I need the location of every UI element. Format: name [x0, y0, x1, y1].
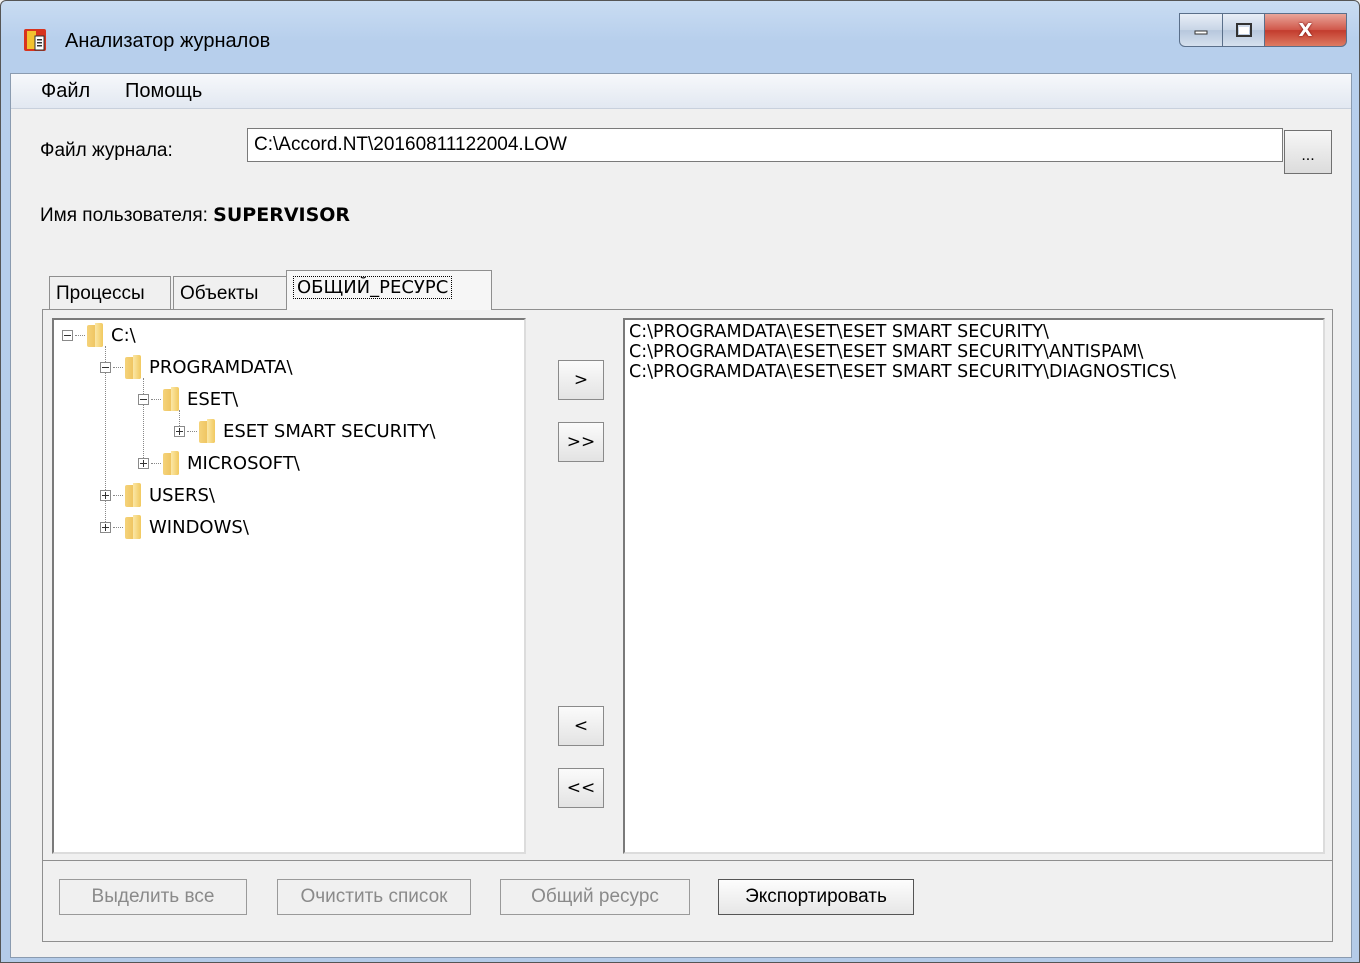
list-item[interactable]: C:\PROGRAMDATA\ESET\ESET SMART SECURITY\…	[629, 362, 1319, 382]
tab-processes[interactable]: Процессы	[49, 276, 171, 310]
tree-node[interactable]: MICROSOFT\	[138, 448, 300, 478]
list-item[interactable]: C:\PROGRAMDATA\ESET\ESET SMART SECURITY\	[629, 322, 1319, 342]
client-area: Файл Помощь Файл журнала: C:\Accord.NT\2…	[10, 73, 1352, 958]
tree-node[interactable]: PROGRAMDATA\	[100, 352, 293, 382]
tree-node-label: ESET\	[187, 388, 239, 410]
tree-node[interactable]: ESET\	[138, 384, 238, 414]
remove-all-button[interactable]: <<	[558, 768, 604, 808]
maximize-button[interactable]	[1223, 13, 1265, 47]
menu-help[interactable]: Помощь	[125, 80, 202, 103]
user-row: Имя пользователя: SUPERVISOR	[40, 204, 350, 227]
folder-icon	[163, 387, 179, 411]
tab-objects-label: Объекты	[180, 283, 259, 304]
app-icon	[24, 29, 46, 51]
user-value: SUPERVISOR	[213, 204, 351, 226]
tree-dots	[75, 334, 85, 336]
list-item[interactable]: C:\PROGRAMDATA\ESET\ESET SMART SECURITY\…	[629, 342, 1319, 362]
folder-tree[interactable]: C:\ PROGRAMDATA\ ESET\ ESET SMART SECURI…	[52, 318, 526, 854]
selected-paths-list[interactable]: C:\PROGRAMDATA\ESET\ESET SMART SECURITY\…	[623, 318, 1325, 854]
tab-objects[interactable]: Объекты	[173, 276, 287, 310]
tree-node-label: PROGRAMDATA\	[149, 356, 293, 378]
tab-shared-resource-label: ОБЩИЙ_РЕСУРС	[293, 276, 453, 299]
expand-icon[interactable]	[174, 425, 185, 437]
menu-file[interactable]: Файл	[41, 80, 90, 103]
window-title: Анализатор журналов	[65, 30, 271, 52]
log-file-label: Файл журнала:	[40, 140, 173, 161]
tab-panel: C:\ PROGRAMDATA\ ESET\ ESET SMART SECURI…	[42, 309, 1333, 861]
folder-icon	[199, 419, 215, 443]
collapse-icon[interactable]	[62, 329, 73, 341]
tree-node-label: MICROSOFT\	[187, 452, 300, 474]
user-label: Имя пользователя:	[40, 205, 208, 226]
tree-node[interactable]: USERS\	[100, 480, 215, 510]
tree-dots	[151, 462, 161, 464]
close-button[interactable]: X	[1265, 13, 1347, 47]
browse-button[interactable]: ...	[1284, 130, 1332, 174]
tab-shared-resource[interactable]: ОБЩИЙ_РЕСУРС	[286, 270, 492, 310]
expand-icon[interactable]	[138, 457, 149, 469]
collapse-icon[interactable]	[100, 361, 111, 373]
expand-icon[interactable]	[100, 521, 111, 533]
window-controls: X	[1179, 13, 1347, 49]
tree-node-label: ESET SMART SECURITY\	[223, 420, 436, 442]
minimize-button[interactable]	[1179, 13, 1223, 47]
collapse-icon[interactable]	[138, 393, 149, 405]
log-file-input[interactable]: C:\Accord.NT\20160811122004.LOW	[247, 128, 1283, 162]
tree-node-label: WINDOWS\	[149, 516, 249, 538]
transfer-panel: > >> < <<	[530, 314, 618, 858]
folder-icon	[125, 515, 141, 539]
tree-node[interactable]: WINDOWS\	[100, 512, 249, 542]
tree-dots	[113, 526, 123, 528]
close-icon: X	[1298, 19, 1313, 41]
tree-dots	[113, 366, 123, 368]
menu-bar: Файл Помощь	[11, 74, 1351, 109]
tree-dots	[151, 398, 161, 400]
folder-icon	[87, 323, 103, 347]
shared-resource-button[interactable]: Общий ресурс	[500, 879, 690, 915]
folder-icon	[163, 451, 179, 475]
tree-node[interactable]: C:\	[62, 320, 136, 350]
expand-icon[interactable]	[100, 489, 111, 501]
select-all-button[interactable]: Выделить все	[59, 879, 247, 915]
title-bar[interactable]: Анализатор журналов X	[1, 1, 1359, 73]
export-button[interactable]: Экспортировать	[718, 879, 914, 915]
add-button[interactable]: >	[558, 360, 604, 400]
tab-processes-label: Процессы	[56, 283, 145, 304]
tree-dots	[187, 430, 197, 432]
add-all-button[interactable]: >>	[558, 422, 604, 462]
tree-node-label: USERS\	[149, 484, 215, 506]
maximize-icon	[1235, 23, 1252, 37]
folder-icon	[125, 483, 141, 507]
remove-button[interactable]: <	[558, 706, 604, 746]
clear-list-button[interactable]: Очистить список	[277, 879, 471, 915]
tree-node[interactable]: ESET SMART SECURITY\	[174, 416, 435, 446]
main-window: Анализатор журналов X Файл Помощь Файл ж…	[0, 0, 1360, 963]
tree-node-label: C:\	[111, 324, 136, 346]
minimize-icon	[1194, 30, 1208, 35]
tree-dots	[113, 494, 123, 496]
folder-icon	[125, 355, 141, 379]
